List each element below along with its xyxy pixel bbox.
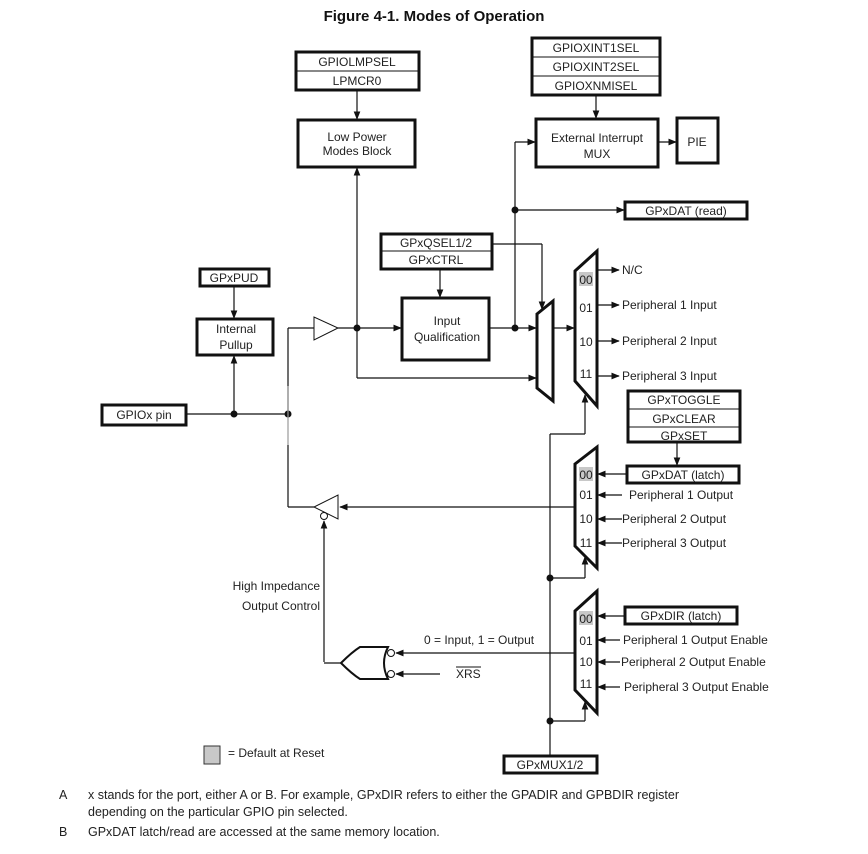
svg-text:External Interrupt: External Interrupt xyxy=(551,131,644,145)
qualification-select-mux xyxy=(535,297,555,405)
peripheral-1-output-label: Peripheral 1 Output xyxy=(629,488,734,502)
svg-text:MUX: MUX xyxy=(584,147,611,161)
note-a-text: x stands for the port, either A or B. Fo… xyxy=(88,788,679,802)
gpxmux-register: GPxMUX1/2 xyxy=(502,754,599,775)
svg-text:00: 00 xyxy=(579,273,593,287)
svg-text:00: 00 xyxy=(579,612,593,626)
gpxpud-register: GPxPUD xyxy=(198,267,271,288)
peripheral-2-output-enable-label: Peripheral 2 Output Enable xyxy=(621,655,766,669)
svg-text:01: 01 xyxy=(579,634,593,648)
figure-title: Figure 4-1. Modes of Operation xyxy=(324,8,545,25)
input-buffer-icon xyxy=(313,316,340,341)
svg-text:GPxDAT (latch): GPxDAT (latch) xyxy=(642,468,725,482)
svg-text:Input: Input xyxy=(434,314,461,328)
gpio-pin-register: GPIOx pin xyxy=(100,403,188,427)
output-peripheral-mux: 00 01 10 11 xyxy=(573,443,599,572)
legend: = Default at Reset xyxy=(203,745,325,765)
gpxdat-latch-register: GPxDAT (latch) xyxy=(625,464,741,485)
register-gpxctrl: GPxCTRL xyxy=(409,253,464,267)
register-gpxqsel: GPxQSEL1/2 xyxy=(400,236,472,250)
register-gpxclear: GPxCLEAR xyxy=(652,412,716,426)
qsel-register-stack: GPxQSEL1/2 GPxCTRL xyxy=(379,232,494,271)
direction-signal-label: 0 = Input, 1 = Output xyxy=(424,633,535,647)
svg-text:Qualification: Qualification xyxy=(414,330,480,344)
svg-text:GPIOx pin: GPIOx pin xyxy=(116,408,171,422)
svg-text:10: 10 xyxy=(579,655,593,669)
lpm-register-stack: GPIOLMPSEL LPMCR0 xyxy=(294,50,421,92)
hiz-label-line1: High Impedance xyxy=(233,579,321,593)
svg-text:Pullup: Pullup xyxy=(219,338,253,352)
input-qualification-block: Input Qualification xyxy=(400,296,491,362)
register-gpioxnmisel: GPIOXNMISEL xyxy=(555,79,638,93)
note-b-text: GPxDAT latch/read are accessed at the sa… xyxy=(88,825,440,839)
note-a-text-line2: depending on the particular GPIO pin sel… xyxy=(88,805,348,819)
peripheral-3-input-label: Peripheral 3 Input xyxy=(622,369,717,383)
note-b-key: B xyxy=(59,825,68,839)
xrs-label: XRS xyxy=(456,667,481,681)
register-gpxset: GPxSET xyxy=(661,429,708,443)
svg-text:10: 10 xyxy=(579,335,593,349)
note-a-key: A xyxy=(59,788,68,802)
register-gpioxint2sel: GPIOXINT2SEL xyxy=(553,60,640,74)
register-gpiolmpsel: GPIOLMPSEL xyxy=(318,55,396,69)
or-gate-icon xyxy=(339,646,390,680)
gpxdir-latch-register: GPxDIR (latch) xyxy=(623,605,739,626)
peripheral-2-output-label: Peripheral 2 Output xyxy=(622,512,727,526)
svg-text:11: 11 xyxy=(580,536,593,550)
register-gpioxint1sel: GPIOXINT1SEL xyxy=(553,41,640,55)
peripheral-3-output-enable-label: Peripheral 3 Output Enable xyxy=(624,680,769,694)
pie-block: PIE xyxy=(675,116,720,165)
svg-text:PIE: PIE xyxy=(687,135,706,149)
peripheral-1-output-enable-label: Peripheral 1 Output Enable xyxy=(623,633,768,647)
set-clear-toggle-stack: GPxTOGGLE GPxCLEAR GPxSET xyxy=(626,389,742,444)
gpxdat-read-register: GPxDAT (read) xyxy=(623,200,749,221)
internal-pullup-block: Internal Pullup xyxy=(195,317,275,357)
peripheral-2-input-label: Peripheral 2 Input xyxy=(622,334,717,348)
peripheral-3-output-label: Peripheral 3 Output xyxy=(622,536,727,550)
low-power-modes-block: Low Power Modes Block xyxy=(296,118,417,169)
svg-text:11: 11 xyxy=(580,367,593,381)
xint-register-stack: GPIOXINT1SEL GPIOXINT2SEL GPIOXNMISEL xyxy=(530,36,662,97)
svg-text:10: 10 xyxy=(579,512,593,526)
external-interrupt-mux-block: External Interrupt MUX xyxy=(534,117,660,169)
modes-of-operation-diagram: Figure 4-1. Modes of Operation GPIOLMPSE… xyxy=(100,8,769,775)
svg-text:01: 01 xyxy=(579,301,593,315)
svg-text:Modes Block: Modes Block xyxy=(323,144,393,158)
svg-text:Low Power: Low Power xyxy=(327,130,386,144)
register-gpxtoggle: GPxTOGGLE xyxy=(647,393,720,407)
hiz-label-line2: Output Control xyxy=(242,599,320,613)
svg-text:GPxPUD: GPxPUD xyxy=(210,271,259,285)
svg-text:GPxDAT (read): GPxDAT (read) xyxy=(645,204,727,218)
svg-text:00: 00 xyxy=(579,468,593,482)
peripheral-1-input-label: Peripheral 1 Input xyxy=(622,298,717,312)
direction-mux: 00 01 10 11 xyxy=(573,587,599,717)
legend-label: = Default at Reset xyxy=(228,746,325,760)
input-nc-label: N/C xyxy=(622,263,643,277)
svg-text:Internal: Internal xyxy=(216,322,256,336)
input-peripheral-mux: 00 01 10 11 xyxy=(573,247,599,410)
register-lpmcr0: LPMCR0 xyxy=(333,74,382,88)
svg-text:11: 11 xyxy=(580,677,593,691)
svg-text:GPxMUX1/2: GPxMUX1/2 xyxy=(517,758,584,772)
svg-text:01: 01 xyxy=(579,488,593,502)
svg-text:GPxDIR (latch): GPxDIR (latch) xyxy=(641,609,722,623)
